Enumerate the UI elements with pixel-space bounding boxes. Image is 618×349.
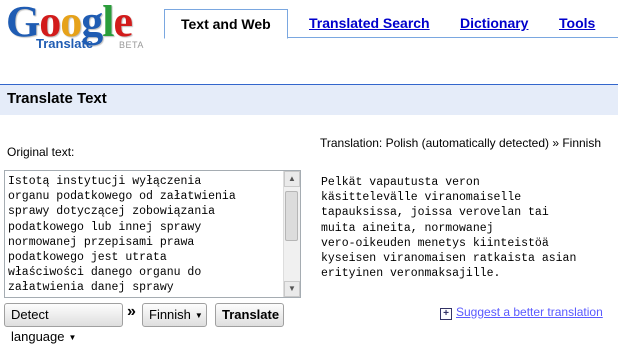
section-title: Translate Text: [7, 90, 107, 107]
tab-dictionary[interactable]: Dictionary: [460, 9, 528, 37]
tab-translated-search[interactable]: Translated Search: [309, 9, 430, 37]
google-translate-logo[interactable]: Google Translate BETA: [6, 0, 156, 54]
translation-label: Translation: Polish (automatically detec…: [320, 136, 602, 150]
target-language-value: Finnish: [149, 307, 191, 322]
chevron-down-icon: ▼: [194, 310, 203, 320]
chevron-down-icon: ▼: [68, 332, 77, 342]
logo-subtitle: Translate: [36, 36, 94, 51]
source-language-select[interactable]: Detect language ▼: [4, 303, 123, 344]
direction-arrow: »: [127, 303, 136, 320]
original-text-input[interactable]: Istotą instytucji wyłączenia organu poda…: [4, 170, 301, 298]
textarea-scrollbar[interactable]: ▲ ▼: [283, 171, 300, 297]
logo-letter: G: [6, 0, 40, 46]
translation-output: Pelkät vapautusta veron käsittelevälle v…: [321, 176, 577, 281]
tab-bar: Text and Web Translated Search Dictionar…: [164, 9, 618, 39]
original-text-content[interactable]: Istotą instytucji wyłączenia organu poda…: [8, 174, 280, 296]
tab-tools[interactable]: Tools: [559, 9, 595, 37]
scroll-up-arrow-icon[interactable]: ▲: [284, 171, 300, 187]
suggest-translation[interactable]: + Suggest a better translation: [440, 305, 603, 320]
plus-icon[interactable]: +: [440, 308, 452, 320]
source-language-value: Detect language: [11, 307, 65, 344]
translate-button[interactable]: Translate: [215, 303, 284, 327]
section-header: Translate Text: [0, 84, 618, 115]
beta-badge: BETA: [119, 40, 144, 50]
suggest-translation-link[interactable]: Suggest a better translation: [456, 305, 603, 319]
scroll-down-arrow-icon[interactable]: ▼: [284, 281, 300, 297]
original-text-label: Original text:: [7, 145, 75, 159]
logo-letter: l: [102, 0, 114, 46]
target-language-select[interactable]: Finnish ▼: [142, 303, 207, 327]
tab-text-and-web[interactable]: Text and Web: [164, 9, 288, 39]
scroll-thumb[interactable]: [285, 191, 298, 241]
